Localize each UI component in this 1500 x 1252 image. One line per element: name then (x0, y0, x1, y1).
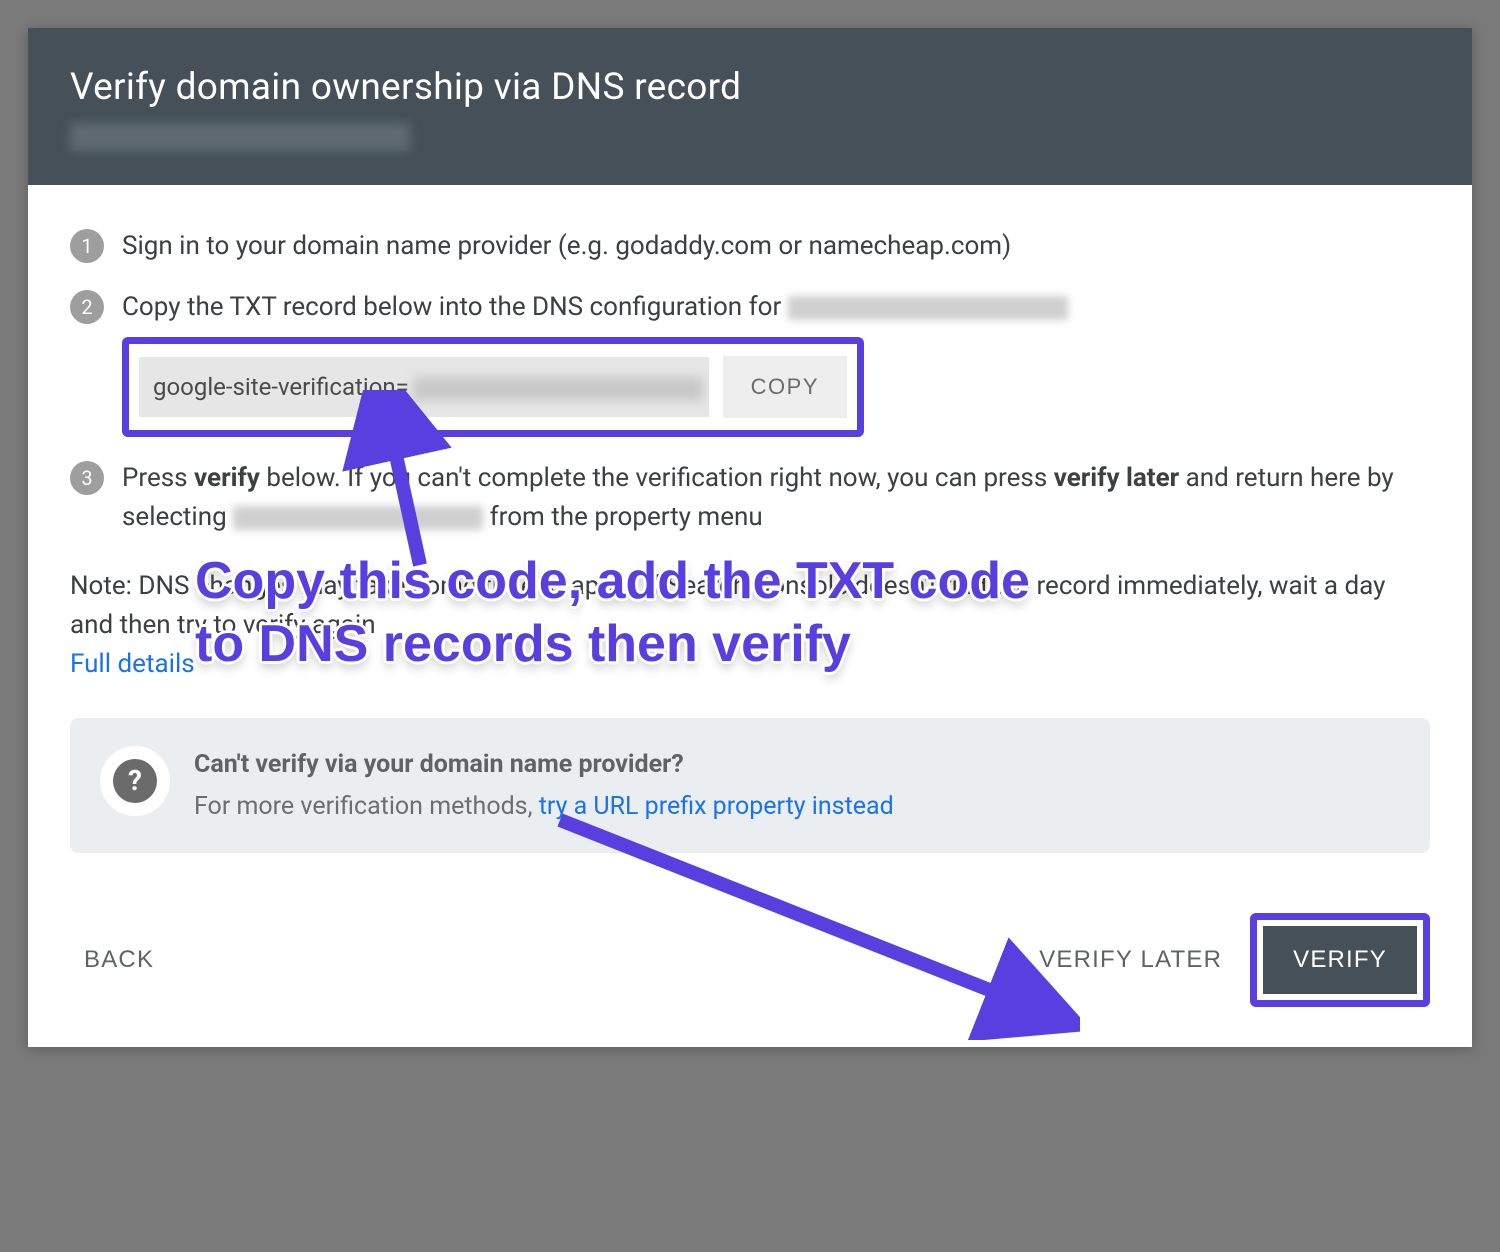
step-3: 3 Press verify below. If you can't compl… (70, 459, 1430, 537)
verify-button[interactable]: VERIFY (1263, 926, 1417, 994)
step-badge-2: 2 (70, 290, 104, 324)
domain-redacted-inline (788, 296, 1068, 320)
tip-subtext: For more verification methods, try a URL… (194, 788, 894, 826)
dialog-header: Verify domain ownership via DNS record (28, 28, 1472, 185)
step-badge-3: 3 (70, 461, 104, 495)
domain-name-redacted (70, 123, 410, 151)
step-badge-1: 1 (70, 229, 104, 263)
back-button[interactable]: BACK (70, 934, 168, 986)
verify-highlight-box: VERIFY (1250, 913, 1430, 1007)
url-prefix-link[interactable]: try a URL prefix property instead (539, 792, 894, 821)
txt-record-field[interactable]: google-site-verification= (139, 357, 709, 417)
step-2-lead: Copy the TXT record below into the DNS c… (122, 292, 788, 322)
copy-button[interactable]: COPY (723, 356, 847, 418)
verify-later-button[interactable]: VERIFY LATER (1025, 934, 1236, 986)
help-icon-wrap: ? (100, 746, 170, 816)
step-1: 1 Sign in to your domain name provider (… (70, 227, 1430, 266)
full-details-link[interactable]: Full details (70, 649, 195, 679)
dialog-footer: BACK VERIFY LATER VERIFY (28, 877, 1472, 1047)
note-text: Note: DNS changes may take some time to … (70, 571, 1385, 640)
domain-redacted-inline-2 (233, 506, 483, 530)
step-2: 2 Copy the TXT record below into the DNS… (70, 288, 1430, 437)
tip-title: Can't verify via your domain name provid… (194, 746, 894, 784)
step-1-text: Sign in to your domain name provider (e.… (122, 227, 1430, 266)
step-3-text: Press verify below. If you can't complet… (122, 459, 1430, 537)
note-block: Note: DNS changes may take some time to … (70, 567, 1430, 684)
verify-domain-dialog: Verify domain ownership via DNS record 1… (28, 28, 1472, 1047)
help-icon: ? (113, 759, 157, 803)
txt-record-highlight-box: google-site-verification= COPY (122, 337, 864, 437)
txt-record-redacted (413, 377, 703, 401)
dialog-body: 1 Sign in to your domain name provider (… (28, 185, 1472, 877)
dialog-title: Verify domain ownership via DNS record (70, 66, 1430, 109)
txt-record-prefix: google-site-verification= (153, 373, 409, 401)
tip-box: ? Can't verify via your domain name prov… (70, 718, 1430, 853)
